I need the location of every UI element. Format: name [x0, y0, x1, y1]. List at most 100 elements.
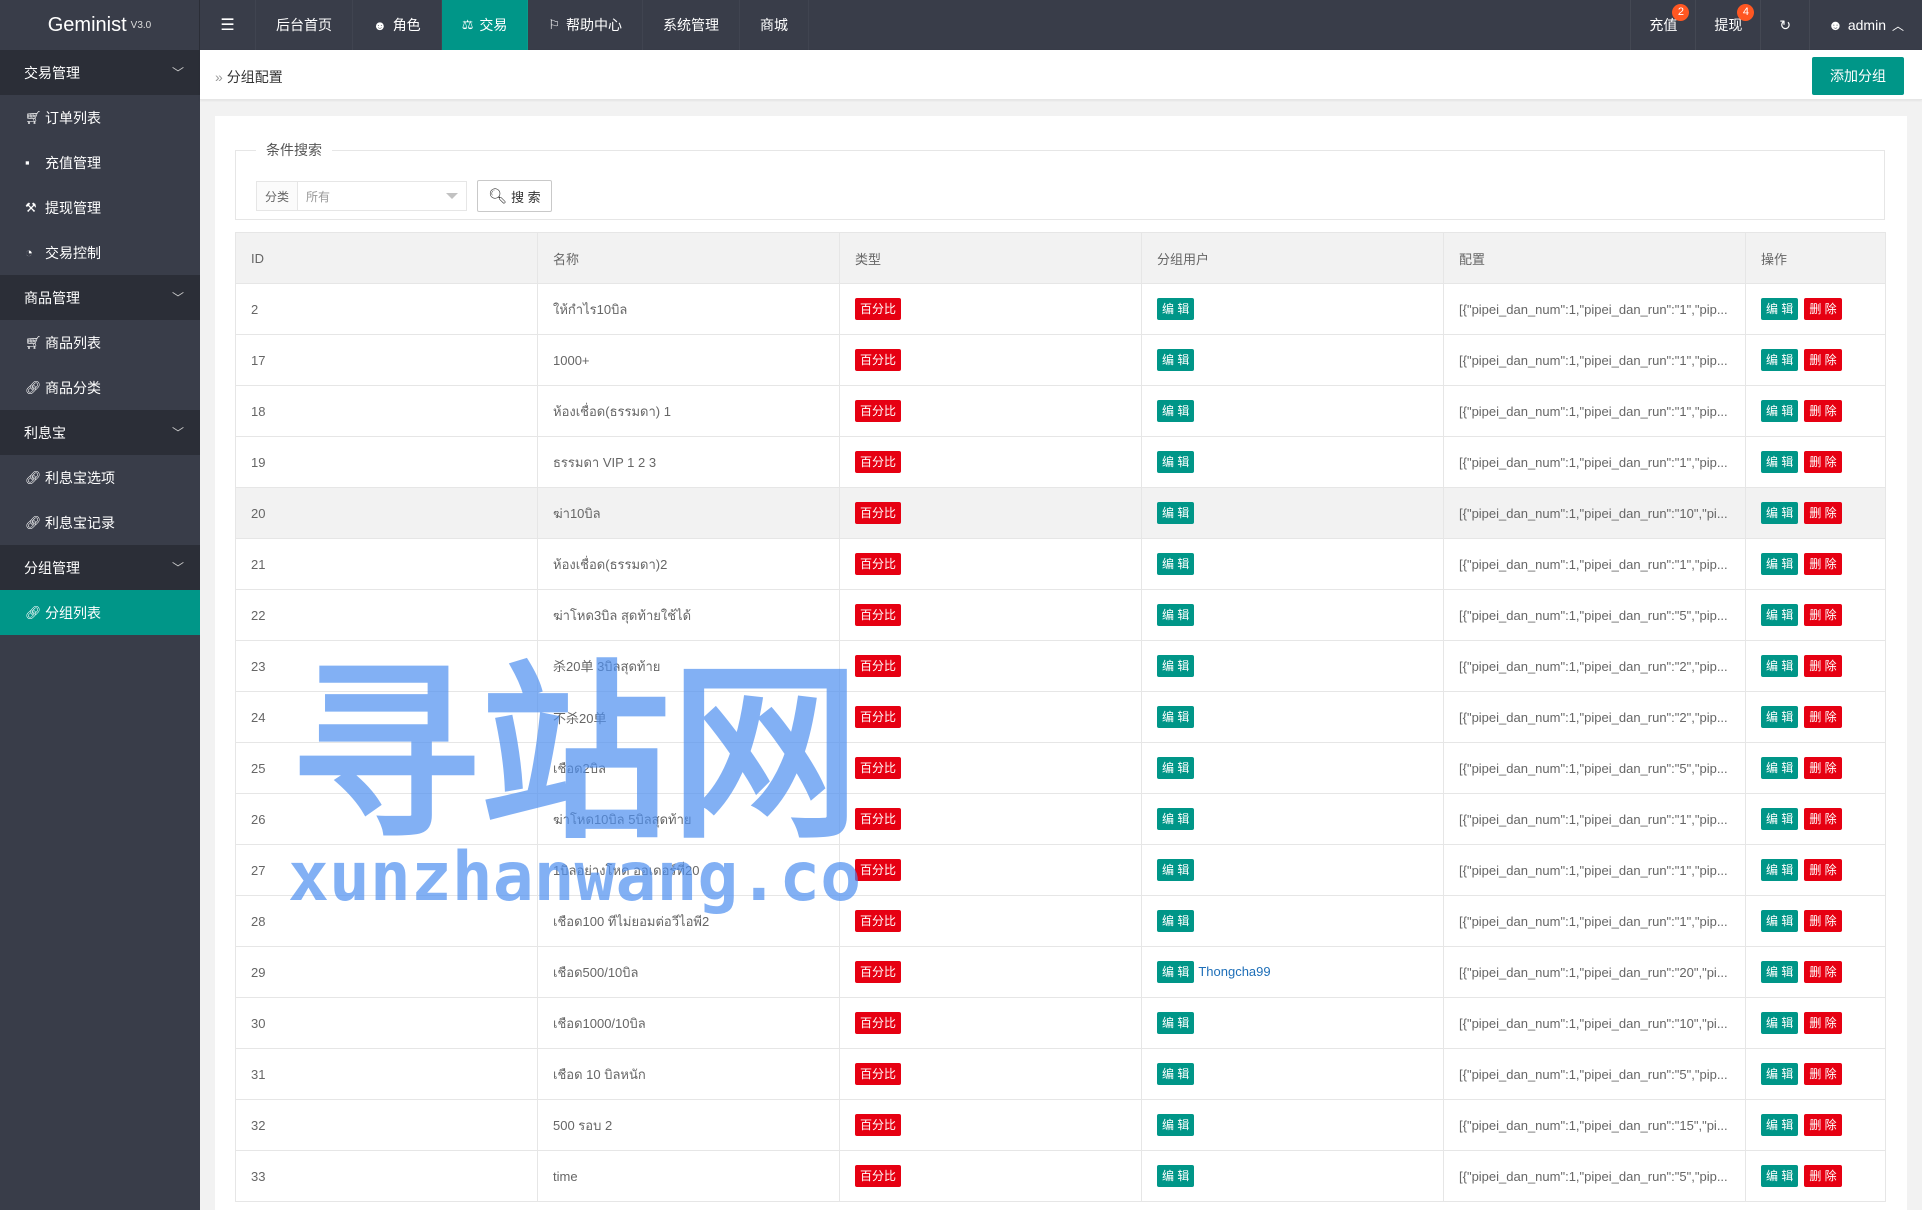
edit-button[interactable]: 编 辑: [1761, 706, 1799, 728]
refresh-button[interactable]: ↻: [1760, 0, 1809, 50]
delete-button[interactable]: 删 除: [1804, 502, 1842, 524]
delete-button[interactable]: 删 除: [1804, 1063, 1842, 1085]
edit-button[interactable]: 编 辑: [1761, 502, 1799, 524]
edit-button[interactable]: 编 辑: [1761, 961, 1799, 983]
delete-button[interactable]: 删 除: [1804, 553, 1842, 575]
column-header-config[interactable]: 配置: [1443, 232, 1746, 284]
table-row[interactable]: 28 เชือด100 ทีไม่ยอมต่อวีไอพี2 百分比 编 辑 [{"pi…: [235, 895, 1886, 947]
table-row[interactable]: 32 500 รอบ 2 百分比 编 辑 [{"pipei_dan_num":1,"pi…: [235, 1099, 1886, 1151]
edit-button[interactable]: 编 辑: [1761, 910, 1799, 932]
sidebar-item-withdraw[interactable]: ⚒ 提现管理: [0, 185, 200, 230]
table-row[interactable]: 20 ฆ่า10บิล 百分比 编 辑 [{"pipei_dan_num":1,"pip…: [235, 487, 1886, 539]
sidebar-toggle-button[interactable]: ☰: [200, 0, 256, 50]
delete-button[interactable]: 删 除: [1804, 349, 1842, 371]
app-logo[interactable]: Geminist V3.0: [0, 0, 200, 50]
table-row[interactable]: 21 ห้องเชื่อด(ธรรมดา)2 百分比 编 辑 [{"pipei_dan_…: [235, 538, 1886, 590]
delete-button[interactable]: 删 除: [1804, 910, 1842, 932]
user-menu[interactable]: ☻ admin ︿: [1809, 0, 1922, 50]
table-row[interactable]: 26 ฆ่าโหด10บิล 5บิลสุดท้าย 百分比 编 辑 [{"pipei_…: [235, 793, 1886, 845]
edit-button[interactable]: 编 辑: [1761, 859, 1799, 881]
topnav-item-mall[interactable]: 商城: [740, 0, 809, 50]
delete-button[interactable]: 删 除: [1804, 1114, 1842, 1136]
topnav-item-help[interactable]: ⚐ 帮助中心: [528, 0, 643, 50]
column-header-actions[interactable]: 操作: [1745, 232, 1886, 284]
edit-users-button[interactable]: 编 辑: [1157, 604, 1195, 626]
sidebar-item-goods-list[interactable]: 🛒︎ 商品列表: [0, 320, 200, 365]
column-header-users[interactable]: 分组用户: [1141, 232, 1444, 284]
sidebar-group-trade[interactable]: 交易管理 ﹀: [0, 50, 200, 95]
edit-button[interactable]: 编 辑: [1761, 1165, 1799, 1187]
edit-button[interactable]: 编 辑: [1761, 1063, 1799, 1085]
edit-button[interactable]: 编 辑: [1761, 451, 1799, 473]
search-button[interactable]: 🔍︎ 搜 索: [477, 180, 552, 212]
table-row[interactable]: 29 เชือด500/10บิล 百分比编 辑 Thongcha99 [{"pipei…: [235, 946, 1886, 998]
table-row[interactable]: 30 เชือด1000/10บิล 百分比 编 辑 [{"pipei_dan_num"…: [235, 997, 1886, 1049]
table-row[interactable]: 17 1000+ 百分比 编 辑 [{"pipei_dan_num":1,"pipei_…: [235, 334, 1886, 386]
edit-users-button[interactable]: 编 辑: [1157, 1165, 1195, 1187]
sidebar-item-group-list[interactable]: 🔗︎ 分组列表: [0, 590, 200, 635]
table-row[interactable]: 2 ให้กำไร10บิล 百分比 编 辑 [{"pipei_dan_num":1,"…: [235, 283, 1886, 335]
edit-button[interactable]: 编 辑: [1761, 604, 1799, 626]
sidebar-item-orders[interactable]: 🛒︎ 订单列表: [0, 95, 200, 140]
table-row[interactable]: 24 不杀20单 百分比 编 辑 [{"pipei_dan_num":1,"pipei_…: [235, 691, 1886, 743]
delete-button[interactable]: 删 除: [1804, 757, 1842, 779]
sidebar-item-interest-records[interactable]: 🔗︎ 利息宝记录: [0, 500, 200, 545]
sidebar-group-interest[interactable]: 利息宝 ﹀: [0, 410, 200, 455]
edit-users-button[interactable]: 编 辑: [1157, 757, 1195, 779]
column-header-name[interactable]: 名称: [537, 232, 840, 284]
delete-button[interactable]: 删 除: [1804, 961, 1842, 983]
topnav-item-system[interactable]: 系统管理: [643, 0, 740, 50]
edit-button[interactable]: 编 辑: [1761, 757, 1799, 779]
sidebar-item-trade-control[interactable]: ◔ 交易控制: [0, 230, 200, 275]
delete-button[interactable]: 删 除: [1804, 655, 1842, 677]
column-header-type[interactable]: 类型: [839, 232, 1142, 284]
table-row[interactable]: 22 ฆ่าโหด3บิล สุดท้ายใช้ได้ 百分比 编 辑 [{"pipei…: [235, 589, 1886, 641]
topnav-item-trade[interactable]: ⚖ 交易: [441, 0, 529, 50]
table-row[interactable]: 33 time 百分比 编 辑 [{"pipei_dan_num":1,"pipei_d…: [235, 1150, 1886, 1202]
delete-button[interactable]: 删 除: [1804, 451, 1842, 473]
edit-users-button[interactable]: 编 辑: [1157, 910, 1195, 932]
delete-button[interactable]: 删 除: [1804, 400, 1842, 422]
table-row[interactable]: 25 เชือด2บิล 百分比 编 辑 [{"pipei_dan_num":1,"pi…: [235, 742, 1886, 794]
edit-users-button[interactable]: 编 辑: [1157, 1063, 1195, 1085]
recharge-button[interactable]: 充值 2: [1630, 0, 1695, 50]
sidebar-item-interest-options[interactable]: 🔗︎ 利息宝选项: [0, 455, 200, 500]
sidebar-item-goods-category[interactable]: 🔗︎ 商品分类: [0, 365, 200, 410]
delete-button[interactable]: 删 除: [1804, 604, 1842, 626]
edit-button[interactable]: 编 辑: [1761, 400, 1799, 422]
sidebar-group-groups[interactable]: 分组管理 ﹀: [0, 545, 200, 590]
column-header-id[interactable]: ID: [235, 232, 538, 284]
edit-button[interactable]: 编 辑: [1761, 298, 1799, 320]
edit-users-button[interactable]: 编 辑: [1157, 961, 1195, 983]
table-row[interactable]: 31 เชือด 10 บิลหนัก 百分比 编 辑 [{"pipei_dan_num…: [235, 1048, 1886, 1100]
delete-button[interactable]: 删 除: [1804, 1012, 1842, 1034]
edit-users-button[interactable]: 编 辑: [1157, 349, 1195, 371]
edit-users-button[interactable]: 编 辑: [1157, 808, 1195, 830]
edit-users-button[interactable]: 编 辑: [1157, 655, 1195, 677]
table-row[interactable]: 27 1บิลอย่างโหด ออเดอร์ที่20 百分比 编 辑 [{"pipe…: [235, 844, 1886, 896]
edit-users-button[interactable]: 编 辑: [1157, 298, 1195, 320]
topnav-item-role[interactable]: ☻ 角色: [353, 0, 442, 50]
edit-users-button[interactable]: 编 辑: [1157, 1114, 1195, 1136]
edit-users-button[interactable]: 编 辑: [1157, 400, 1195, 422]
topnav-item-home[interactable]: 后台首页: [256, 0, 353, 50]
edit-users-button[interactable]: 编 辑: [1157, 1012, 1195, 1034]
group-user-link[interactable]: Thongcha99: [1198, 964, 1270, 979]
edit-button[interactable]: 编 辑: [1761, 1012, 1799, 1034]
edit-users-button[interactable]: 编 辑: [1157, 553, 1195, 575]
delete-button[interactable]: 删 除: [1804, 1165, 1842, 1187]
withdraw-button[interactable]: 提现 4: [1695, 0, 1760, 50]
delete-button[interactable]: 删 除: [1804, 808, 1842, 830]
delete-button[interactable]: 删 除: [1804, 298, 1842, 320]
edit-button[interactable]: 编 辑: [1761, 1114, 1799, 1136]
sidebar-group-goods[interactable]: 商品管理 ﹀: [0, 275, 200, 320]
delete-button[interactable]: 删 除: [1804, 706, 1842, 728]
edit-users-button[interactable]: 编 辑: [1157, 451, 1195, 473]
edit-users-button[interactable]: 编 辑: [1157, 502, 1195, 524]
table-row[interactable]: 23 杀20单 3บิลสุดท้าย 百分比 编 辑 [{"pipei_dan_num…: [235, 640, 1886, 692]
table-row[interactable]: 18 ห้องเชื่อด(ธรรมดา) 1 百分比 编 辑 [{"pipei_dan…: [235, 385, 1886, 437]
category-select[interactable]: 所有: [297, 181, 468, 211]
edit-button[interactable]: 编 辑: [1761, 655, 1799, 677]
sidebar-item-recharge[interactable]: ▪ 充值管理: [0, 140, 200, 185]
table-row[interactable]: 19 ธรรมดา VIP 1 2 3 百分比 编 辑 [{"pipei_dan_num…: [235, 436, 1886, 488]
